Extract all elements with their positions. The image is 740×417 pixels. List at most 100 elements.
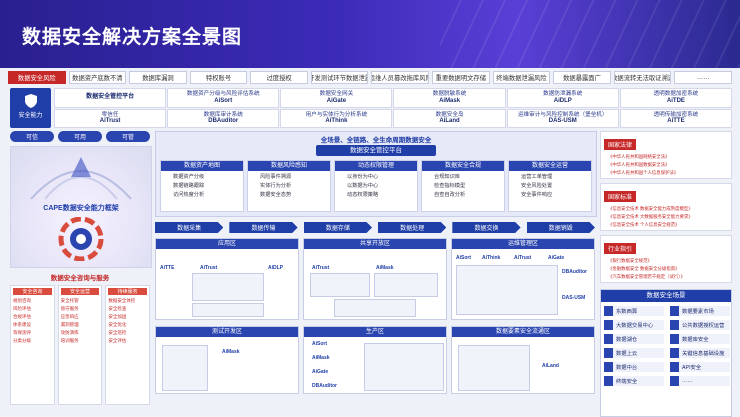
zone-tag: AiGate <box>548 255 565 261</box>
zone-box <box>458 345 530 391</box>
scene-item: 数据要素市场 <box>670 306 730 316</box>
capability-label-text: 安全能力 <box>18 113 43 119</box>
left-panel: 可信 可用 可管 CAPE数据安全能力框架 数据安全咨询与服务 安全咨询 规划咨… <box>10 131 152 413</box>
capability-grid: 数据安全管控平台 数据资产分级与风险评估系统 AiSort 数据安全网关 AiGat… <box>54 88 732 128</box>
service-item: 分类分级 <box>13 338 31 343</box>
service-item: 数据安全体检 <box>108 298 136 303</box>
scene-item: 公共数据授权运营 <box>670 320 730 330</box>
center-panel: 全场景、全链路、全生命周期数据安全 数据安全管控平台 数据资产地图 数据资产分级数… <box>155 131 597 413</box>
scene-item: 数据上云 <box>604 348 664 358</box>
risk-item: 终端数据泄漏风险 <box>492 71 551 84</box>
service-item: 体系建设 <box>13 322 31 327</box>
capability-cell: 透明数据加密系统 AiTDE <box>619 88 732 108</box>
pill-usable: 可用 <box>58 131 102 142</box>
service-item: 安全巡检 <box>108 330 127 335</box>
scene-item: 终端安全 <box>604 376 664 386</box>
service-head: 安全咨询 <box>13 288 52 295</box>
zone-box <box>334 299 416 317</box>
service-item: 安全托管 <box>60 298 79 303</box>
service-item: 规划咨询 <box>13 298 31 303</box>
platform-tagline: 全场景、全链路、全生命周期数据安全 <box>320 137 432 144</box>
zone-box <box>310 273 370 297</box>
service-column: 持续服务 数据安全体检 安全检查 安全加固 安全优化 安全巡检 安全评估 <box>105 285 151 405</box>
risk-item: 数据库漏洞 <box>129 71 187 84</box>
zone-box <box>456 265 558 315</box>
cape-framework: CAPE数据安全能力框架 <box>10 146 152 268</box>
scene-item: …… <box>670 376 730 386</box>
service-item: 应急响应 <box>60 314 79 319</box>
service-item: 风险评估 <box>13 306 31 311</box>
zone-tag: DBAuditor <box>562 269 587 275</box>
service-head: 持续服务 <box>108 288 148 295</box>
service-column: 安全咨询 规划咨询 风险评估 合规评估 体系建设 等保测评 分类分级 <box>10 285 55 405</box>
capability-label: 安全能力 <box>10 88 51 128</box>
service-item: 安全加固 <box>108 314 127 319</box>
service-column: 安全运营 安全托管 值守服务 应急响应 漏洞管理 攻防演练 培训服务 <box>57 285 103 405</box>
industry-head: 行业指引 <box>604 243 637 254</box>
law-item: 《中华人民共和国数据安全法》 <box>608 162 670 167</box>
zone-tag: AiTTE <box>160 265 175 271</box>
zone-box <box>162 345 208 391</box>
shield-icon <box>24 94 37 108</box>
zone-tag: AiSort <box>456 255 471 261</box>
capability-cell: 数据资产分级与风险评估系统 AiSort <box>167 88 280 108</box>
right-panel: 国家法律 《中华人民共和国网络安全法》 《中华人民共和国数据安全法》 《中华人民… <box>600 131 732 417</box>
zones-bottom: 测试开发区 AiMask 生产区 AiSort AiMask AiGate DB… <box>155 326 595 394</box>
zone-circulation: 数据要素安全流通区 AiLand <box>451 326 595 394</box>
service-item: 安全优化 <box>108 322 127 327</box>
service-columns: 安全咨询 规划咨询 风险评估 合规评估 体系建设 等保测评 分类分级 安全运营 … <box>10 285 151 405</box>
scene-item: 数据库安全 <box>670 334 730 344</box>
zone-tag: DAS-USM <box>562 295 586 301</box>
risk-item: 运维人员篡改拖库风险 <box>371 71 430 84</box>
lifecycle-flow: 数据采集 数据传输 数据存储 数据处理 数据交换 数据销毁 <box>155 222 595 233</box>
platform-module: 数据风险感知 风险事件溯源 实体行为分析 数据安全态势 <box>247 160 331 212</box>
scene-item: API安全 <box>670 362 730 372</box>
service-item: 漏洞管理 <box>60 322 79 327</box>
control-platform: 全场景、全链路、全生命周期数据安全 数据安全管控平台 数据资产地图 数据资产分级数… <box>155 131 597 217</box>
zone-tag: AiTrust <box>312 265 330 271</box>
pill-manageable: 可管 <box>106 131 150 142</box>
capability-cell: 运维审计与风险控制系统（堡垒机） DAS-USM <box>506 108 619 128</box>
platform-module: 数据资产地图 数据资产分级 数据链路跟踪 访问热度分析 <box>160 160 244 212</box>
cape-title: CAPE数据安全能力框架 <box>43 205 119 212</box>
platform-module: 动态权限管理 以身份为中心 以数据为中心 动态权限策略 <box>334 160 418 212</box>
risk-item: 数据暴露面广 <box>553 71 611 84</box>
platform-modules: 数据资产地图 数据资产分级 数据链路跟踪 访问热度分析 数据风险感知 风险事件溯源 实体行… <box>160 160 592 212</box>
zone-tag: AiDLP <box>268 265 283 271</box>
zone-sharing: 共享开放区 AiTrust AiMask <box>303 238 447 320</box>
law-item: 《中华人民共和国个人信息保护法》 <box>608 170 679 175</box>
flow-step: 数据交换 <box>452 222 521 233</box>
risk-item: 重要数据明文存储 <box>432 71 490 84</box>
zone-tag: AiThink <box>482 255 501 261</box>
scene-item: 东数西算 <box>604 306 664 316</box>
risk-item: 特权账号 <box>189 71 248 84</box>
scene-title: 数据安全场景 <box>601 290 731 302</box>
capability-cell: 数据安全管控平台 <box>54 88 167 108</box>
header-decoration <box>440 0 740 68</box>
service-item: 安全评估 <box>108 338 127 343</box>
risk-bar: 数据安全风险 数据资产底数不清 数据库漏洞 特权账号 过度授权 开发测试环节数据… <box>8 71 732 84</box>
page-title: 数据安全解决方案全景图 <box>22 27 243 48</box>
scene-item: 大数据交易中心 <box>604 320 664 330</box>
flow-step: 数据处理 <box>377 222 447 233</box>
platform-name: 数据安全管控平台 <box>316 145 436 156</box>
zone-box <box>192 303 264 317</box>
industry-item: 《汽车数据安全管理若干规定（试行）》 <box>608 274 685 279</box>
industry-box: 行业指引 《银行数据安全规范》 《金融数据安全 数据安全分级指南》 《汽车数据安… <box>600 235 732 283</box>
capability-cell: 零信任 AiTrust <box>54 108 167 128</box>
law-item: 《中华人民共和国网络安全法》 <box>608 154 670 159</box>
header-banner: 数据安全解决方案全景图 <box>0 0 740 68</box>
zone-production: 生产区 AiSort AiMask AiGate DBAuditor <box>303 326 447 394</box>
capability-cell: 数据脱敏系统 AiMask <box>393 88 506 108</box>
zone-tag: AiLand <box>542 363 559 369</box>
zone-tag: AiMask <box>376 265 394 271</box>
industry-item: 《金融数据安全 数据安全分级指南》 <box>608 266 680 271</box>
law-box: 国家法律 《中华人民共和国网络安全法》 《中华人民共和国数据安全法》 《中华人民… <box>600 131 732 179</box>
flow-step: 数据销毁 <box>526 222 595 233</box>
zone-box <box>374 273 438 297</box>
zones-top: 应用区 AiTTE AiTrust AiDLP 共享开放区 AiTrust Ai… <box>155 238 595 320</box>
standard-item: 《信息安全技术 数据安全能力成熟度模型》 <box>608 206 693 211</box>
zone-tag: AiGate <box>312 369 329 375</box>
zone-tag: AiMask <box>312 355 330 361</box>
platform-module: 数据安全运营 运营工单管理 安全风险处置 安全事件响应 <box>508 160 592 212</box>
